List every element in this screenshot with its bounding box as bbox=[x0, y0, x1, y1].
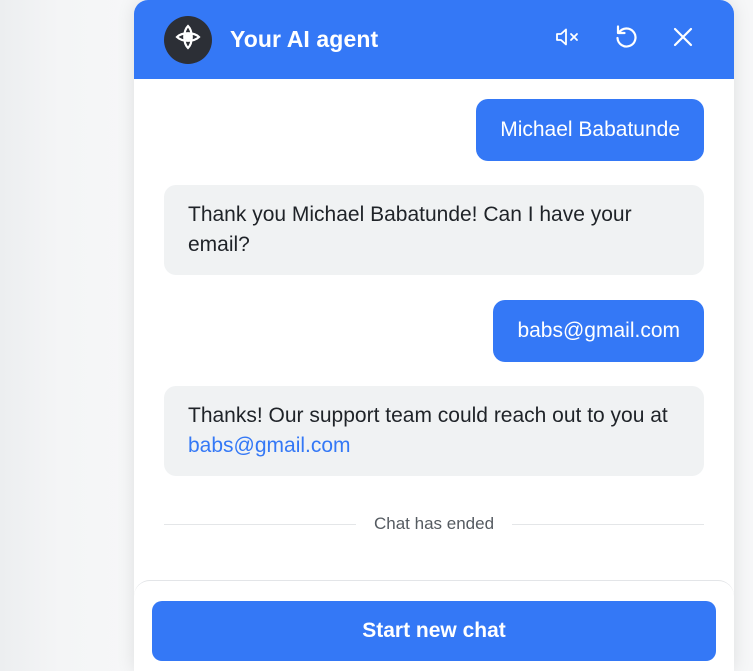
user-message: Michael Babatunde bbox=[476, 99, 704, 161]
restart-button[interactable] bbox=[607, 20, 645, 58]
email-link[interactable]: babs@gmail.com bbox=[188, 434, 351, 457]
agent-message: Thank you Michael Babatunde! Can I have … bbox=[164, 185, 704, 275]
agent-avatar bbox=[164, 15, 212, 64]
chat-header: Your AI agent bbox=[134, 0, 734, 79]
agent-message: Thanks! Our support team could reach out… bbox=[164, 386, 704, 476]
user-message: babs@gmail.com bbox=[493, 300, 704, 362]
logo-icon bbox=[172, 21, 204, 58]
agent-message-text: Thanks! Our support team could reach out… bbox=[188, 404, 668, 427]
restart-icon bbox=[612, 23, 640, 56]
start-new-chat-button[interactable]: Start new chat bbox=[152, 601, 716, 661]
close-icon bbox=[671, 25, 695, 54]
divider-line bbox=[512, 523, 705, 525]
header-actions bbox=[531, 20, 702, 58]
close-button[interactable] bbox=[664, 20, 702, 58]
chat-widget: Your AI agent Michael Babatunde Thank yo… bbox=[134, 0, 734, 671]
chat-ended-divider: Chat has ended bbox=[164, 509, 705, 539]
mute-icon bbox=[554, 25, 584, 54]
chat-ended-label: Chat has ended bbox=[373, 514, 495, 533]
mute-button[interactable] bbox=[550, 20, 588, 58]
divider-line bbox=[164, 523, 356, 525]
chat-title: Your AI agent bbox=[230, 26, 379, 52]
chat-footer: Start new chat bbox=[134, 580, 734, 671]
